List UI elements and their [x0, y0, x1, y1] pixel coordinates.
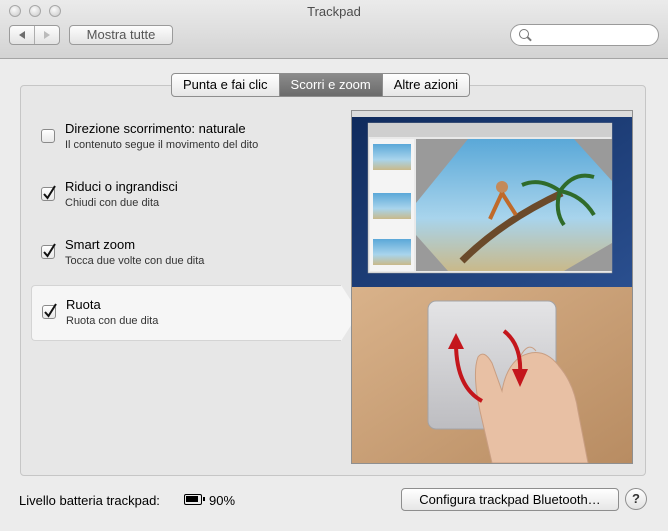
checkbox-natural-scroll[interactable] — [41, 129, 55, 143]
back-forward-control — [9, 25, 60, 45]
back-button[interactable] — [10, 26, 34, 44]
back-arrow-icon — [19, 31, 25, 39]
search-field[interactable] — [510, 24, 659, 46]
option-description: Chiudi con due dita — [65, 197, 160, 209]
option-natural-scroll[interactable]: Direzione scorrimento: naturale Il conte… — [31, 110, 341, 166]
option-rotate[interactable]: Ruota Ruota con due dita — [31, 285, 359, 341]
tab-more-gestures[interactable]: Altre azioni — [381, 74, 469, 96]
tab-bar: Punta e fai clic Scorri e zoom Altre azi… — [171, 73, 471, 97]
battery-icon — [184, 494, 205, 505]
thumbnail-photo — [373, 239, 411, 265]
preferences-window: Trackpad Mostra tutte Punta e fai clic S… — [0, 0, 668, 531]
search-input[interactable] — [535, 27, 654, 45]
option-description: Ruota con due dita — [66, 315, 159, 327]
forward-button[interactable] — [34, 26, 59, 44]
title-bar: Trackpad Mostra tutte — [0, 0, 668, 59]
person — [496, 181, 508, 193]
thumbnail-photo — [373, 193, 411, 219]
configure-bluetooth-trackpad-button[interactable]: Configura trackpad Bluetooth… — [401, 488, 619, 511]
window-title: Trackpad — [307, 4, 361, 19]
battery-level: 90% — [209, 493, 236, 508]
option-title: Smart zoom — [65, 237, 136, 252]
tab-point-click[interactable]: Punta e fai clic — [172, 74, 279, 96]
checkbox-smart-zoom[interactable] — [41, 243, 56, 259]
gesture-preview-video — [351, 110, 633, 464]
search-icon — [519, 29, 529, 39]
show-all-button[interactable]: Mostra tutte — [69, 25, 173, 45]
option-smart-zoom[interactable]: Smart zoom Tocca due volte con due dita — [31, 226, 341, 282]
help-button[interactable]: ? — [625, 488, 647, 510]
option-zoom[interactable]: Riduci o ingrandisci Chiudi con due dita — [31, 168, 341, 224]
forward-arrow-icon — [44, 31, 50, 39]
settings-panel: Direzione scorrimento: naturale Il conte… — [20, 85, 646, 476]
checkmark-icon — [43, 243, 56, 258]
checkmark-icon — [43, 185, 56, 200]
tab-scroll-zoom[interactable]: Scorri e zoom — [278, 74, 382, 96]
gesture-illustration — [352, 111, 632, 463]
option-description: Tocca due volte con due dita — [65, 255, 205, 267]
checkbox-zoom[interactable] — [41, 185, 56, 201]
option-title: Ruota — [66, 297, 101, 312]
checkbox-rotate[interactable] — [42, 303, 57, 319]
option-title: Direzione scorrimento: naturale — [65, 121, 246, 136]
battery-label: Livello batteria trackpad: — [19, 493, 160, 508]
checkmark-icon — [44, 303, 57, 318]
thumbnail-photo — [373, 144, 411, 170]
app-toolbar — [368, 123, 612, 137]
menu-bar — [352, 111, 632, 117]
option-title: Riduci o ingrandisci — [65, 179, 178, 194]
option-description: Il contenuto segue il movimento del dito — [65, 139, 259, 151]
